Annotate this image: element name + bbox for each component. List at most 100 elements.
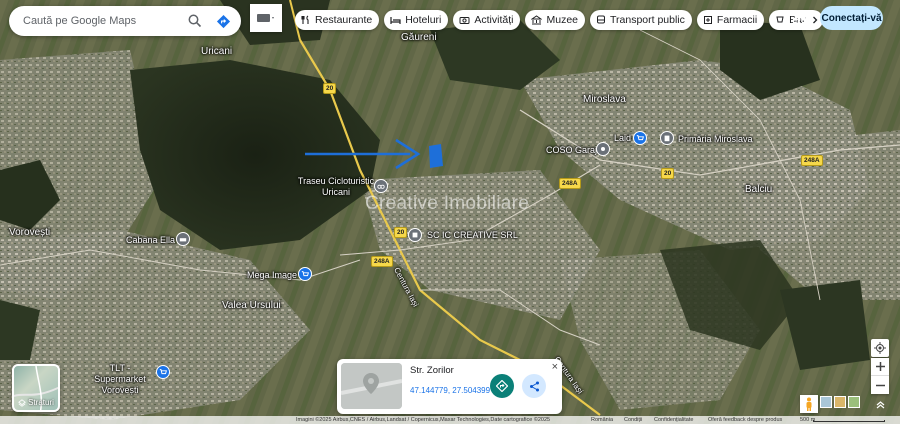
label-valea-ursului[interactable]: Valea Ursului [222, 300, 281, 311]
place-info-card[interactable]: Str. Zorilor 47.144779, 27.504399 × [337, 359, 562, 414]
cup-icon [776, 16, 784, 23]
chip-hoteluri[interactable]: Hoteluri [384, 10, 449, 30]
attribution-text: Imagini ©2025 Airbus,CNES / Airbus,Lands… [296, 417, 551, 423]
bike-icon [377, 184, 385, 189]
signin-button[interactable]: Conectați-vă [820, 6, 883, 30]
label-sc-creative[interactable]: SC IC CREATIVE SRL [427, 230, 518, 240]
label-miroslava[interactable]: Miroslava [583, 94, 626, 105]
layers-icon [18, 398, 26, 407]
my-location-button[interactable] [871, 339, 889, 357]
category-chips: Restaurante Hoteluri Activități Muzee Tr… [295, 10, 823, 30]
privacy-link[interactable]: Confidențialitate [654, 417, 693, 423]
search-button[interactable] [181, 7, 209, 35]
target-marker[interactable] [429, 144, 443, 168]
close-icon[interactable]: × [552, 361, 558, 373]
poi-laid-pin[interactable] [633, 131, 647, 145]
road-shield-20-b: 20 [661, 168, 675, 179]
poi-primaria-pin[interactable] [660, 131, 674, 145]
place-coordinates[interactable]: 47.144779, 27.504399 [410, 386, 490, 395]
bus-icon [597, 15, 605, 24]
chip-label: Transport public [610, 14, 685, 26]
camera-icon [459, 17, 470, 24]
poi-coso-pin[interactable] [596, 142, 610, 156]
layers-button[interactable]: Straturi [12, 364, 60, 412]
chip-activitati[interactable]: Activități [453, 10, 521, 30]
layer-thumb-terrain[interactable] [820, 396, 832, 408]
minus-icon [875, 384, 885, 386]
street-view-pegman[interactable] [800, 395, 818, 413]
watermark: Creative Imobiliare [365, 193, 530, 214]
zoom-out-button[interactable] [871, 376, 889, 394]
country-link[interactable]: România [591, 417, 613, 423]
chip-label: Farmacii [716, 14, 758, 26]
layer-thumb-traffic[interactable] [834, 396, 846, 408]
chip-label: Hoteluri [405, 14, 442, 26]
poi-traseu-pin[interactable] [374, 179, 388, 193]
location-pin-icon [341, 363, 402, 409]
pharmacy-icon [703, 16, 712, 24]
chip-label: Activități [474, 14, 514, 26]
chip-label: Muzee [546, 14, 578, 26]
label-cabana[interactable]: Cabana Ella [126, 235, 175, 245]
poi-mega-pin[interactable] [298, 267, 312, 281]
building-icon [664, 135, 670, 142]
directions-button[interactable] [490, 374, 514, 398]
apps-button[interactable] [789, 9, 809, 29]
plus-icon [875, 362, 885, 371]
poi-tlt-pin[interactable] [156, 365, 170, 379]
museum-icon [531, 15, 543, 25]
scale-bar [813, 420, 885, 422]
label-mega-image[interactable]: Mega Image [247, 270, 297, 280]
feedback-link[interactable]: Oferă feedback despre produs [708, 417, 782, 423]
pegman-icon [806, 397, 812, 411]
label-balciu[interactable]: Balciu [745, 184, 772, 195]
road-shield-20-c: 20 [394, 227, 408, 238]
place-title: Str. Zorilor [410, 365, 454, 376]
chip-restaurante[interactable]: Restaurante [295, 10, 380, 30]
directions-icon [216, 14, 230, 28]
label-gaureni[interactable]: Găureni [401, 32, 437, 43]
directions-button[interactable] [209, 7, 237, 35]
office-icon [412, 232, 418, 238]
label-uricani[interactable]: Uricani [201, 46, 232, 57]
poi-creative-pin[interactable] [408, 228, 422, 242]
layers-label-row: Straturi [14, 398, 58, 407]
road-shield-20-a: 20 [323, 83, 337, 94]
label-vorovesti[interactable]: Vorovești [9, 227, 50, 238]
share-button[interactable] [522, 374, 546, 398]
search-box[interactable] [9, 6, 241, 36]
fork-knife-icon [301, 15, 309, 24]
label-tlt[interactable]: TLT - Supermarket Vorovești [84, 363, 156, 396]
keyboard-icon [257, 14, 274, 22]
poi-cabana-pin[interactable] [176, 232, 190, 246]
label-primaria[interactable]: Primăria Miroslava [678, 134, 753, 144]
label-laid[interactable]: Laid [614, 133, 631, 143]
chevron-right-icon[interactable] [810, 15, 820, 25]
cart-icon [301, 271, 309, 277]
layer-thumb-transit[interactable] [848, 396, 860, 408]
chip-muzee[interactable]: Muzee [525, 10, 585, 30]
directions-icon [496, 380, 508, 392]
label-traseu[interactable]: Traseu Cicloturistic Uricani [296, 176, 376, 198]
road-shield-248a-b: 248A [559, 178, 581, 189]
cart-icon [159, 369, 167, 375]
layer-thumbnails [820, 396, 860, 408]
road-shield-248a-c: 248A [371, 256, 393, 267]
search-icon [188, 14, 202, 28]
search-input[interactable] [23, 15, 181, 27]
chip-farmacii[interactable]: Farmacii [696, 10, 765, 30]
road-shield-248a-a: 248A [801, 155, 823, 166]
lodging-icon [179, 238, 187, 242]
terms-link[interactable]: Condiții [624, 417, 642, 423]
place-thumbnail[interactable] [341, 363, 402, 409]
chevron-up-icon [876, 400, 884, 408]
bed-icon [390, 17, 401, 24]
chip-transport-public[interactable]: Transport public [590, 10, 692, 30]
label-coso[interactable]: COSO Garaj [546, 145, 597, 155]
zoom-in-button[interactable] [871, 358, 889, 376]
keyboard-button[interactable] [250, 4, 282, 32]
wrench-icon [601, 147, 605, 151]
map-footer: Imagini ©2025 Airbus,CNES / Airbus,Lands… [0, 416, 900, 424]
expand-icon[interactable] [871, 396, 889, 412]
my-location-icon [874, 342, 886, 354]
